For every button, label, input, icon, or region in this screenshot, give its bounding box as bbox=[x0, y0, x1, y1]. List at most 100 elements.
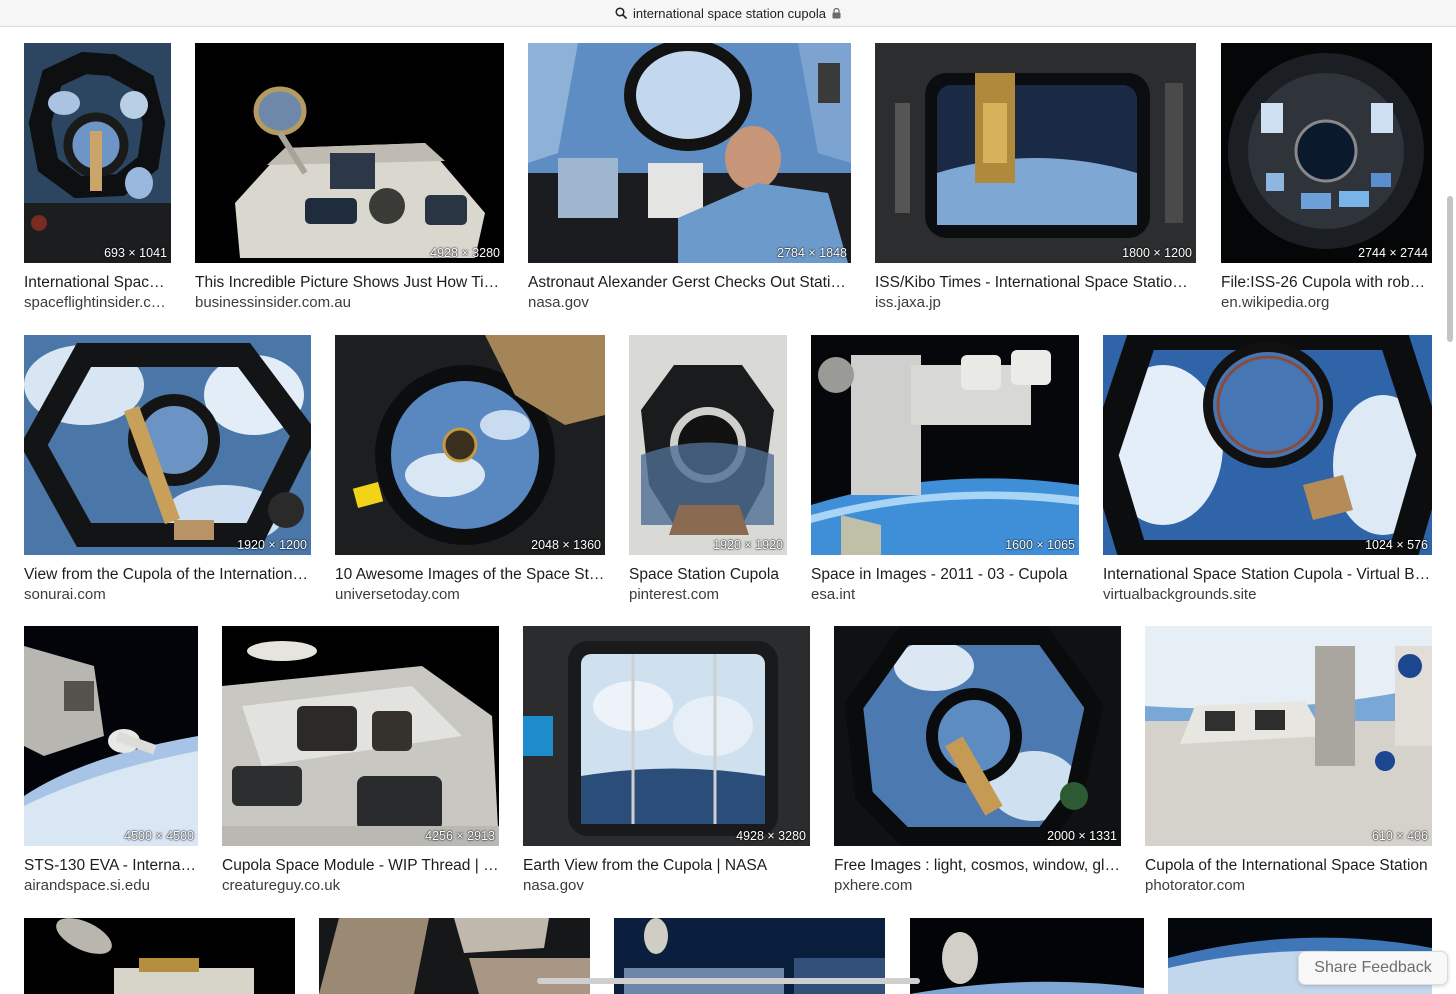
result-source[interactable]: iss.jaxa.jp bbox=[875, 293, 1196, 312]
result-thumbnail[interactable]: 2744 × 2744 bbox=[1221, 43, 1432, 263]
result-thumbnail[interactable]: 1024 × 576 bbox=[1103, 335, 1432, 555]
result-source[interactable]: airandspace.si.edu bbox=[24, 876, 198, 895]
result-title[interactable]: View from the Cupola of the Internationa… bbox=[24, 565, 311, 585]
result-thumbnail[interactable]: 1920 × 1200 bbox=[24, 335, 311, 555]
result-source[interactable]: esa.int bbox=[811, 585, 1079, 604]
earth-view-window-image bbox=[523, 626, 810, 846]
image-result[interactable]: 4256 × 2913 Cupola Space Module - WIP Th… bbox=[222, 626, 499, 895]
image-result[interactable]: 2744 × 2744 File:ISS-26 Cupola with robo… bbox=[1221, 43, 1432, 312]
result-title[interactable]: Astronaut Alexander Gerst Checks Out Sta… bbox=[528, 273, 851, 293]
cupola-frame-image bbox=[629, 335, 787, 555]
image-size-badge: 4928 × 3280 bbox=[430, 246, 500, 260]
result-source[interactable]: pxhere.com bbox=[834, 876, 1121, 895]
result-thumbnail[interactable]: 1800 × 1200 bbox=[875, 43, 1196, 263]
search-bar[interactable]: international space station cupola bbox=[0, 0, 1456, 27]
result-thumbnail[interactable]: 693 × 1041 bbox=[24, 43, 171, 263]
image-result[interactable]: 1920 × 1920 Space Station Cupola pintere… bbox=[629, 335, 787, 604]
result-source[interactable]: businessinsider.com.au bbox=[195, 293, 504, 312]
image-size-badge: 4500 × 4500 bbox=[124, 829, 194, 843]
cupola-interior-image bbox=[834, 626, 1121, 846]
image-result[interactable]: 2048 × 1360 10 Awesome Images of the Spa… bbox=[335, 335, 605, 604]
result-source[interactable]: photorator.com bbox=[1145, 876, 1432, 895]
result-thumbnail[interactable]: 4500 × 4500 bbox=[24, 626, 198, 846]
result-source[interactable]: universetoday.com bbox=[335, 585, 605, 604]
image-result[interactable]: 693 × 1041 International Space Station C… bbox=[24, 43, 171, 312]
result-thumbnail[interactable]: 610 × 406 bbox=[1145, 626, 1432, 846]
result-title[interactable]: 10 Awesome Images of the Space Station C… bbox=[335, 565, 605, 585]
result-title[interactable]: STS-130 EVA - International Space Statio… bbox=[24, 856, 198, 876]
result-source[interactable]: creatureguy.co.uk bbox=[222, 876, 499, 895]
image-result[interactable]: 610 × 406 Cupola of the International Sp… bbox=[1145, 626, 1432, 895]
image-size-badge: 4928 × 3280 bbox=[736, 829, 806, 843]
result-thumbnail[interactable]: 4928 × 3280 bbox=[195, 43, 504, 263]
result-thumbnail[interactable]: 2784 × 1848 bbox=[528, 43, 851, 263]
cupola-photorator-image bbox=[1145, 626, 1432, 846]
result-title[interactable]: Cupola of the International Space Statio… bbox=[1145, 856, 1432, 876]
result-title[interactable]: File:ISS-26 Cupola with robotic arm.jpg bbox=[1221, 273, 1432, 293]
search-icon bbox=[615, 7, 627, 19]
image-size-badge: 1800 × 1200 bbox=[1122, 246, 1192, 260]
cupola-earth-view-image bbox=[24, 335, 311, 555]
vertical-scrollbar[interactable] bbox=[1447, 196, 1453, 342]
station-exterior-image bbox=[811, 335, 1079, 555]
image-size-badge: 4256 × 2913 bbox=[425, 829, 495, 843]
result-source[interactable]: en.wikipedia.org bbox=[1221, 293, 1432, 312]
result-thumbnail[interactable]: 2000 × 1331 bbox=[834, 626, 1121, 846]
image-result[interactable]: 2000 × 1331 Free Images : light, cosmos,… bbox=[834, 626, 1121, 895]
astronaut-cupola-image bbox=[528, 43, 851, 263]
image-result[interactable]: 1920 × 1200 View from the Cupola of the … bbox=[24, 335, 311, 604]
result-source[interactable]: spaceflightinsider.com bbox=[24, 293, 171, 312]
result-title[interactable]: Space in Images - 2011 - 03 - Cupola bbox=[811, 565, 1079, 585]
result-title[interactable]: This Incredible Picture Shows Just How T… bbox=[195, 273, 504, 293]
result-thumbnail[interactable]: 4928 × 3280 bbox=[523, 626, 810, 846]
cupola-round-window-image bbox=[335, 335, 605, 555]
result-title[interactable]: International Space Station Cupola bbox=[24, 273, 171, 293]
image-result[interactable]: 1600 × 1065 Space in Images - 2011 - 03 … bbox=[811, 335, 1079, 604]
image-size-badge: 1920 × 1200 bbox=[237, 538, 307, 552]
result-title[interactable]: ISS/Kibo Times - International Space Sta… bbox=[875, 273, 1196, 293]
image-size-badge: 693 × 1041 bbox=[104, 246, 167, 260]
cupola-module-image bbox=[222, 626, 499, 846]
image-size-badge: 1600 × 1065 bbox=[1005, 538, 1075, 552]
image-results-grid: 693 × 1041 International Space Station C… bbox=[0, 0, 1456, 994]
image-size-badge: 2000 × 1331 bbox=[1047, 829, 1117, 843]
result-title[interactable]: Space Station Cupola bbox=[629, 565, 787, 585]
fisheye-cupola-image bbox=[1221, 43, 1432, 263]
spacewalk-image bbox=[24, 626, 198, 846]
image-size-badge: 1024 × 576 bbox=[1365, 538, 1428, 552]
result-source[interactable]: pinterest.com bbox=[629, 585, 787, 604]
image-result[interactable]: 4928 × 3280 This Incredible Picture Show… bbox=[195, 43, 504, 312]
result-source[interactable]: virtualbackgrounds.site bbox=[1103, 585, 1432, 604]
station-exterior-image bbox=[910, 918, 1144, 994]
result-source[interactable]: nasa.gov bbox=[523, 876, 810, 895]
result-thumbnail[interactable]: 1920 × 1920 bbox=[629, 335, 787, 555]
result-title[interactable]: Earth View from the Cupola | NASA bbox=[523, 856, 810, 876]
result-title[interactable]: Free Images : light, cosmos, window, gla… bbox=[834, 856, 1121, 876]
kibo-window-image bbox=[875, 43, 1196, 263]
image-result[interactable]: 4500 × 4500 STS-130 EVA - International … bbox=[24, 626, 198, 895]
cupola-exterior-image bbox=[195, 43, 504, 263]
lock-icon bbox=[832, 7, 841, 19]
result-title[interactable]: International Space Station Cupola - Vir… bbox=[1103, 565, 1432, 585]
result-thumbnail[interactable]: 1600 × 1065 bbox=[811, 335, 1079, 555]
search-query[interactable]: international space station cupola bbox=[633, 6, 826, 21]
share-feedback-button[interactable]: Share Feedback bbox=[1298, 951, 1448, 985]
image-result[interactable]: 1800 × 1200 ISS/Kibo Times - Internation… bbox=[875, 43, 1196, 312]
result-source[interactable]: sonurai.com bbox=[24, 585, 311, 604]
result-thumbnail[interactable]: 4256 × 2913 bbox=[222, 626, 499, 846]
image-size-badge: 2048 × 1360 bbox=[531, 538, 601, 552]
result-title[interactable]: Cupola Space Module - WIP Thread | Forum bbox=[222, 856, 499, 876]
image-result[interactable]: 1024 × 576 International Space Station C… bbox=[1103, 335, 1432, 604]
image-size-badge: 2744 × 2744 bbox=[1358, 246, 1428, 260]
cupola-wide-view-image bbox=[1103, 335, 1432, 555]
result-thumbnail[interactable]: 2048 × 1360 bbox=[335, 335, 605, 555]
partial-result-thumbnail[interactable] bbox=[910, 918, 1144, 994]
image-result[interactable]: 2784 × 1848 Astronaut Alexander Gerst Ch… bbox=[528, 43, 851, 312]
partial-result-thumbnail[interactable] bbox=[24, 918, 295, 994]
cupola-exterior-image bbox=[24, 918, 295, 994]
home-indicator[interactable] bbox=[537, 978, 920, 984]
image-size-badge: 1920 × 1920 bbox=[713, 538, 783, 552]
image-result[interactable]: 4928 × 3280 Earth View from the Cupola |… bbox=[523, 626, 810, 895]
result-source[interactable]: nasa.gov bbox=[528, 293, 851, 312]
cupola-window-image bbox=[24, 43, 171, 263]
